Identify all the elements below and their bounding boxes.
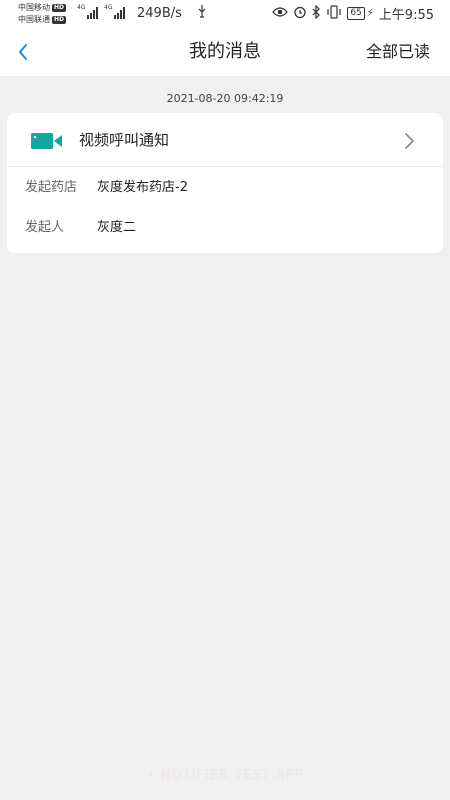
field-label: 发起药店	[25, 180, 78, 195]
network-type-label: 4G	[77, 4, 86, 11]
field-value: 灰度二	[97, 220, 137, 235]
network-speed: 249B/s	[137, 6, 182, 21]
message-title: 视频呼叫通知	[79, 131, 170, 149]
carrier-1-label: 中国移动	[18, 3, 50, 12]
status-bar: 中国移动 HD 中国联通 HD 4G 4G 249B/s 65 ⚡ 上午9:55	[0, 0, 450, 28]
field-label: 发起人	[25, 220, 65, 235]
chevron-right-icon	[405, 133, 414, 149]
carrier-info: 中国移动 HD 中国联通 HD	[18, 2, 67, 26]
usb-icon	[197, 5, 207, 23]
watermark: • NOTIFIER TEST APP	[146, 768, 304, 783]
battery-icon: 65	[347, 7, 365, 20]
network-type-label: 4G	[104, 4, 113, 11]
eye-icon	[272, 6, 289, 22]
alarm-icon	[293, 5, 307, 23]
message-field-initiator: 发起人 灰度二	[7, 208, 443, 248]
status-right-group: 65 ⚡ 上午9:55	[272, 4, 434, 23]
clock-time: 上午9:55	[378, 8, 434, 23]
field-value: 灰度发布药店-2	[97, 180, 188, 195]
mark-all-read-button[interactable]: 全部已读	[366, 28, 430, 76]
chevron-left-icon	[19, 44, 27, 60]
bluetooth-icon	[312, 4, 321, 23]
charging-icon: ⚡	[366, 8, 374, 19]
hd-badge: HD	[52, 16, 67, 24]
message-card-header[interactable]: 视频呼叫通知	[7, 113, 443, 167]
message-timestamp: 2021-08-20 09:42:19	[166, 92, 284, 105]
carrier-2-label: 中国联通	[18, 15, 50, 24]
signal-icon: 4G	[104, 4, 125, 19]
vibrate-icon	[326, 4, 342, 23]
video-camera-icon	[31, 133, 62, 149]
signal-icon: 4G	[77, 4, 98, 19]
message-field-pharmacy: 发起药店 灰度发布药店-2	[7, 168, 443, 208]
hd-badge: HD	[52, 4, 67, 12]
message-card[interactable]: 视频呼叫通知 发起药店 灰度发布药店-2 发起人 灰度二	[7, 113, 443, 253]
nav-bar: 我的消息 全部已读	[0, 28, 450, 76]
back-button[interactable]	[12, 40, 36, 64]
signal-indicators: 4G 4G	[77, 4, 125, 19]
